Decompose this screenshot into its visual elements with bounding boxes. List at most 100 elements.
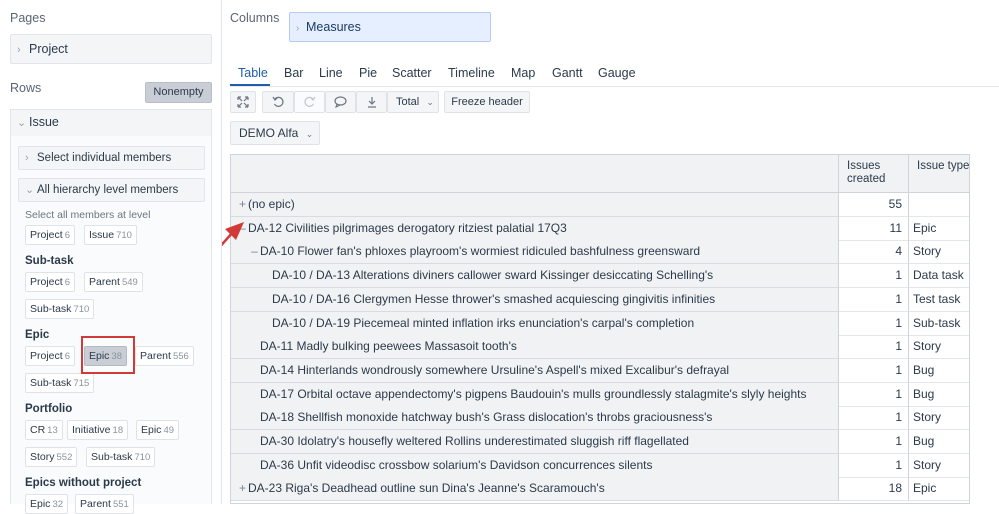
- tab-timeline[interactable]: Timeline: [448, 66, 495, 80]
- columns-label: Columns: [230, 11, 280, 25]
- row-header-cell[interactable]: DA-11 Madly bulking peewees Massasoit to…: [231, 335, 839, 360]
- chevron-right-icon: ›: [25, 152, 29, 164]
- row-header-cell[interactable]: – DA-10 Flower fan's phloxes playroom's w…: [231, 240, 839, 265]
- pages-project-label: Project: [29, 42, 68, 56]
- row-header-corner: [231, 155, 839, 193]
- table-row[interactable]: DA-30 Idolatry's housefly weltered Rolli…: [231, 430, 969, 454]
- row-header-cell[interactable]: DA-17 Orbital octave appendectomy's pigp…: [231, 382, 839, 407]
- comment-button[interactable]: [325, 91, 356, 113]
- row-label: DA-14 Hinterlands wondrously somewhere U…: [260, 362, 730, 377]
- column-header-issues-created[interactable]: Issues created: [839, 155, 909, 193]
- row-header-cell[interactable]: DA-14 Hinterlands wondrously somewhere U…: [231, 358, 839, 383]
- table-row[interactable]: – DA-12 Civilities pilgrimages derogatory…: [231, 216, 969, 241]
- expand-icon[interactable]: +: [237, 477, 248, 500]
- select-individual-members[interactable]: › Select individual members: [18, 146, 205, 170]
- issue-type-cell: [909, 193, 969, 217]
- table-row[interactable]: DA-10 / DA-13 Alterations diviners callo…: [231, 264, 969, 289]
- issues-created-cell: 1: [839, 358, 909, 383]
- pages-label: Pages: [10, 11, 46, 25]
- comment-icon: [334, 96, 347, 108]
- total-dropdown[interactable]: Total ⌄: [387, 91, 439, 113]
- table-row[interactable]: DA-10 / DA-16 Clergymen Hesse thrower's …: [231, 287, 969, 312]
- table-row[interactable]: DA-17 Orbital octave appendectomy's pigp…: [231, 382, 969, 407]
- row-label: DA-17 Orbital octave appendectomy's pigp…: [260, 386, 807, 401]
- row-label: DA-30 Idolatry's housefly weltered Rolli…: [260, 434, 689, 448]
- redo-button[interactable]: [294, 91, 325, 113]
- table-row[interactable]: DA-18 Shellfish monoxide hatchway bush's…: [231, 406, 969, 431]
- table-row[interactable]: DA-11 Madly bulking peewees Massasoit to…: [231, 335, 969, 360]
- level-chip[interactable]: Sub-task 710: [25, 299, 95, 319]
- export-button[interactable]: [356, 91, 387, 113]
- level-chip[interactable]: Parent 556: [135, 346, 194, 366]
- tab-gantt[interactable]: Gantt: [552, 66, 583, 80]
- redo-icon: [304, 96, 316, 107]
- expand-icon: [237, 96, 249, 108]
- level-chip[interactable]: Parent 551: [75, 494, 134, 514]
- chevron-down-icon: ⌄: [17, 117, 27, 129]
- level-title: Epic: [25, 329, 50, 341]
- demo-alfa-label: DEMO Alfa: [239, 126, 299, 140]
- chevron-right-icon: ›: [296, 23, 300, 34]
- collapse-icon[interactable]: –: [249, 240, 260, 263]
- expand-button[interactable]: [230, 91, 256, 113]
- freeze-header-button[interactable]: Freeze header: [444, 91, 530, 113]
- row-header-cell[interactable]: DA-10 / DA-16 Clergymen Hesse thrower's …: [231, 287, 839, 312]
- level-chip[interactable]: Initiative 18: [67, 420, 129, 440]
- table-row[interactable]: – DA-10 Flower fan's phloxes playroom's w…: [231, 240, 969, 265]
- row-label: DA-36 Unfit videodisc crossbow solarium'…: [260, 457, 653, 472]
- issues-created-cell: 11: [839, 216, 909, 241]
- nonempty-button[interactable]: Nonempty: [145, 82, 212, 103]
- demo-alfa-select[interactable]: DEMO Alfa ⌄: [230, 121, 320, 145]
- issue-type-cell: Story: [909, 240, 969, 265]
- level-chip[interactable]: Epic 32: [25, 494, 69, 514]
- row-header-cell[interactable]: DA-30 Idolatry's housefly weltered Rolli…: [231, 430, 839, 454]
- table-row[interactable]: DA-14 Hinterlands wondrously somewhere U…: [231, 358, 969, 383]
- level-chip[interactable]: Project 6: [25, 346, 75, 366]
- table-row[interactable]: DA-10 / DA-19 Piecemeal minted inflation…: [231, 311, 969, 336]
- tab-pie[interactable]: Pie: [359, 66, 377, 80]
- issue-type-cell: Bug: [909, 430, 969, 454]
- table-row[interactable]: DA-36 Unfit videodisc crossbow solarium'…: [231, 453, 969, 478]
- tab-line[interactable]: Line: [319, 66, 343, 80]
- row-header-cell[interactable]: + (no epic): [231, 193, 839, 217]
- row-header-cell[interactable]: DA-10 / DA-19 Piecemeal minted inflation…: [231, 311, 839, 336]
- table-row[interactable]: + DA-23 Riga's Deadhead outline sun Dina'…: [231, 477, 969, 502]
- expand-icon[interactable]: +: [237, 193, 248, 216]
- all-hierarchy-members[interactable]: ⌄ All hierarchy level members: [18, 178, 205, 202]
- level-title: Epics without project: [25, 477, 142, 489]
- row-header-cell[interactable]: DA-18 Shellfish monoxide hatchway bush's…: [231, 406, 839, 431]
- row-header-cell[interactable]: DA-10 / DA-13 Alterations diviners callo…: [231, 264, 839, 289]
- level-chip[interactable]: Story 552: [25, 447, 78, 467]
- issue-type-cell: Story: [909, 406, 969, 431]
- row-header-cell[interactable]: – DA-12 Civilities pilgrimages derogatory…: [231, 216, 839, 241]
- column-header-issue-type[interactable]: Issue type: [909, 155, 969, 193]
- tab-table[interactable]: Table: [238, 66, 268, 80]
- row-label: DA-10 / DA-19 Piecemeal minted inflation…: [272, 315, 695, 330]
- row-header-cell[interactable]: + DA-23 Riga's Deadhead outline sun Dina'…: [231, 477, 839, 502]
- table-row[interactable]: + (no epic) 55: [231, 193, 969, 217]
- tab-bar[interactable]: Bar: [284, 66, 303, 80]
- pages-project-item[interactable]: › Project: [10, 34, 212, 64]
- left-panel: Pages › Project Rows Nonempty ⌄ Issue › Sel…: [0, 0, 222, 514]
- level-chip[interactable]: Epic 49: [136, 420, 180, 440]
- tab-map[interactable]: Map: [511, 66, 535, 80]
- issue-dimension-header[interactable]: ⌄ Issue: [11, 110, 211, 136]
- level-chip[interactable]: Project 6: [25, 225, 75, 245]
- row-header-cell[interactable]: DA-36 Unfit videodisc crossbow solarium'…: [231, 453, 839, 478]
- tab-gauge[interactable]: Gauge: [598, 66, 636, 80]
- issues-created-cell: 1: [839, 335, 909, 360]
- issues-created-cell: 18: [839, 477, 909, 502]
- level-chip[interactable]: Parent 549: [84, 272, 143, 292]
- level-chip[interactable]: Project 6: [25, 272, 75, 292]
- issues-created-cell: 1: [839, 406, 909, 431]
- level-chip[interactable]: Sub-task 710: [86, 447, 156, 467]
- level-chip[interactable]: CR 13: [25, 420, 63, 440]
- level-chip[interactable]: Issue 710: [84, 225, 137, 245]
- collapse-icon[interactable]: –: [237, 217, 248, 240]
- measures-dimension[interactable]: › Measures: [289, 12, 491, 42]
- tab-scatter[interactable]: Scatter: [392, 66, 432, 80]
- issues-created-cell: 4: [839, 240, 909, 265]
- level-chip[interactable]: Sub-task 715: [25, 373, 95, 393]
- undo-button[interactable]: [262, 91, 294, 113]
- issue-type-cell: Bug: [909, 383, 969, 407]
